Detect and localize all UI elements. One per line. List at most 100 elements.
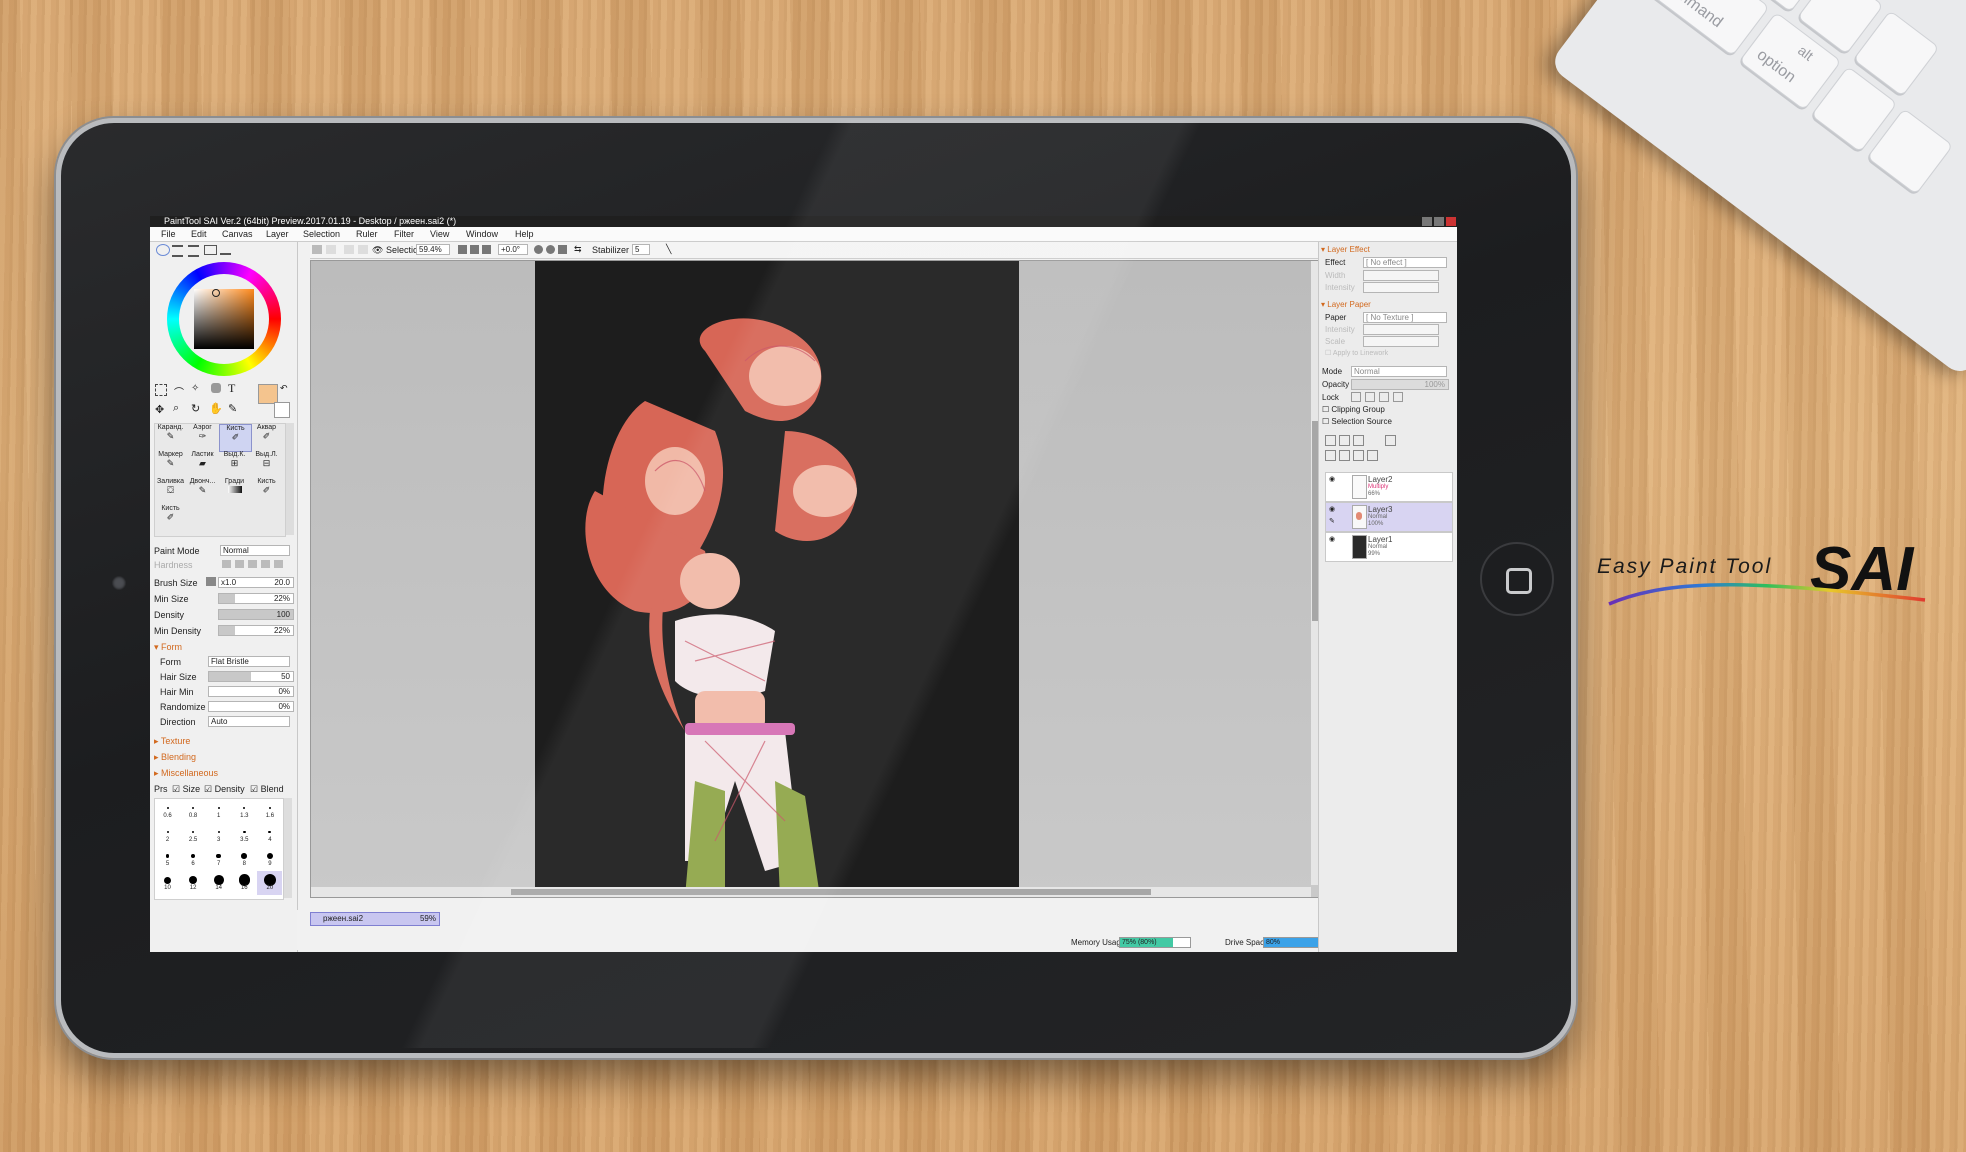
zoom-icon[interactable]: ⌕ bbox=[173, 402, 179, 415]
new-linework-layer-icon[interactable] bbox=[1339, 435, 1350, 446]
minimize-button[interactable] bbox=[1422, 217, 1432, 226]
brush-binary[interactable]: Двонч... ✎ bbox=[187, 478, 218, 504]
size-grid-scrollbar[interactable] bbox=[284, 798, 292, 898]
select-pen-icon[interactable] bbox=[211, 383, 221, 393]
brush-airbrush[interactable]: Аэрог ✑ bbox=[187, 424, 218, 450]
close-button[interactable] bbox=[1446, 217, 1456, 226]
delete-layer-icon[interactable] bbox=[1367, 450, 1378, 461]
brush-size-preset[interactable]: 10 bbox=[155, 871, 180, 895]
canvas-horizontal-scrollbar[interactable] bbox=[311, 887, 1311, 897]
brush-size-preset[interactable]: 9 bbox=[257, 847, 282, 871]
scratchpad-tab-icon[interactable] bbox=[220, 245, 231, 255]
paint-mode-select[interactable]: Normal bbox=[220, 545, 290, 556]
secondary-color-swatch[interactable] bbox=[274, 402, 290, 418]
lock-all-icon[interactable] bbox=[1393, 392, 1403, 402]
effect-width-field[interactable] bbox=[1363, 270, 1439, 281]
hsv-slider-tab-icon[interactable] bbox=[188, 245, 199, 257]
lock-move-icon[interactable] bbox=[1379, 392, 1389, 402]
new-folder-icon[interactable] bbox=[1353, 435, 1364, 446]
brush-pencil[interactable]: Каранд. ✎ bbox=[155, 424, 186, 450]
swatch-tab-icon[interactable] bbox=[204, 245, 217, 255]
eye-icon[interactable]: ◉ bbox=[1329, 505, 1335, 513]
effect-intensity-field[interactable] bbox=[1363, 282, 1439, 293]
layer-row-selected[interactable]: ◉ ✎ Layer3 Normal 100% bbox=[1325, 502, 1453, 532]
brush-size-preset[interactable]: 1.3 bbox=[232, 799, 257, 823]
apply-to-linework-checkbox[interactable]: ☐ Apply to Linework bbox=[1325, 349, 1388, 357]
primary-color-swatch[interactable] bbox=[258, 384, 278, 404]
layer-effect-section-header[interactable]: ▾ Layer Effect bbox=[1321, 245, 1370, 254]
swap-colors-icon[interactable]: ↶ bbox=[280, 383, 288, 394]
color-wheel-tab-icon[interactable] bbox=[156, 244, 170, 256]
layer-row[interactable]: ◉ Layer2 Multiply 66% bbox=[1325, 472, 1453, 502]
maximize-button[interactable] bbox=[1434, 217, 1444, 226]
text-tool-icon[interactable]: T bbox=[228, 381, 235, 396]
artwork-canvas[interactable] bbox=[535, 261, 1019, 897]
eye-icon[interactable]: ◉ bbox=[1329, 535, 1335, 543]
move-icon[interactable]: ✥ bbox=[155, 403, 164, 416]
brush-fill[interactable]: Заливка ⛋ bbox=[155, 478, 186, 504]
misc-section-header[interactable]: ▸ Miscellaneous bbox=[154, 768, 218, 779]
brush-size-preset[interactable]: 1 bbox=[206, 799, 231, 823]
stabilizer-select[interactable]: 5 bbox=[632, 244, 650, 255]
brush-brush-selected[interactable]: Кисть ✐ bbox=[219, 424, 252, 452]
selection-source-checkbox[interactable]: ☐ Selection Source bbox=[1322, 417, 1392, 426]
layer-settings-icon[interactable] bbox=[1385, 435, 1396, 446]
blending-section-header[interactable]: ▸ Blending bbox=[154, 752, 196, 763]
rotate-left-button[interactable] bbox=[534, 245, 543, 254]
texture-section-header[interactable]: ▸ Texture bbox=[154, 736, 190, 747]
blend-mode-select[interactable]: Normal bbox=[1351, 366, 1447, 377]
prs-density-checkbox[interactable]: ☑ Density bbox=[204, 784, 245, 795]
direction-select[interactable]: Auto bbox=[208, 716, 290, 727]
paper-scale-field[interactable] bbox=[1363, 336, 1439, 347]
brush-size-preset[interactable]: 6 bbox=[181, 847, 206, 871]
layer-row[interactable]: ◉ Layer1 Normal 99% bbox=[1325, 532, 1453, 562]
hardness-selector[interactable] bbox=[222, 560, 286, 568]
zoom-field[interactable]: 59.4% bbox=[416, 244, 450, 255]
brush-size-preset[interactable]: 5 bbox=[155, 847, 180, 871]
magic-wand-icon[interactable]: ✧ bbox=[191, 383, 199, 394]
prs-size-checkbox[interactable]: ☑ Size bbox=[172, 784, 200, 795]
brush-size-preset[interactable]: 2 bbox=[155, 823, 180, 847]
brush-watercolor[interactable]: Аквар ✐ bbox=[251, 424, 282, 450]
lock-transparency-icon[interactable] bbox=[1351, 392, 1361, 402]
brush-select[interactable]: Выд.К. ⊞ bbox=[219, 451, 250, 477]
rotate-reset-button[interactable] bbox=[558, 245, 567, 254]
document-tab[interactable]: ржеен.sai2 59% bbox=[310, 912, 440, 926]
brush-size-preset[interactable]: 8 bbox=[232, 847, 257, 871]
hair-min-slider[interactable]: 0% bbox=[208, 686, 294, 697]
home-button[interactable] bbox=[1480, 542, 1554, 616]
paper-select[interactable]: [ No Texture ] bbox=[1363, 312, 1447, 323]
menu-view[interactable]: View bbox=[430, 229, 449, 239]
menu-edit[interactable]: Edit bbox=[191, 229, 207, 239]
rotate-right-button[interactable] bbox=[546, 245, 555, 254]
brush-brush-3[interactable]: Кисть ✐ bbox=[155, 505, 186, 531]
clear-layer-icon[interactable] bbox=[1353, 450, 1364, 461]
redo-button[interactable] bbox=[326, 245, 336, 254]
brush-size-preset[interactable]: 12 bbox=[181, 871, 206, 895]
saturation-value-square[interactable] bbox=[194, 289, 254, 349]
prs-blend-checkbox[interactable]: ☑ Blend bbox=[250, 784, 284, 795]
lock-paint-icon[interactable] bbox=[1365, 392, 1375, 402]
brush-size-preset[interactable]: 3 bbox=[206, 823, 231, 847]
line-tool-icon[interactable]: ╲ bbox=[666, 244, 671, 255]
clipping-group-checkbox[interactable]: ☐ Clipping Group bbox=[1322, 405, 1385, 414]
lasso-icon[interactable]: ⌒ bbox=[174, 384, 184, 399]
menu-selection[interactable]: Selection bbox=[303, 229, 340, 239]
rotation-field[interactable]: +0.0° bbox=[498, 244, 528, 255]
color-picker-handle[interactable] bbox=[212, 289, 220, 297]
hair-size-slider[interactable]: 50 bbox=[208, 671, 294, 682]
brush-size-down-button[interactable] bbox=[206, 577, 216, 586]
rgb-slider-tab-icon[interactable] bbox=[172, 245, 183, 257]
menu-canvas[interactable]: Canvas bbox=[222, 229, 253, 239]
invert-selection-button[interactable] bbox=[358, 245, 368, 254]
brush-size-preset[interactable]: 1.6 bbox=[257, 799, 282, 823]
brush-size-preset[interactable]: 4 bbox=[257, 823, 282, 847]
eye-icon[interactable]: ◉ bbox=[1329, 475, 1335, 483]
brush-grid-scrollbar[interactable] bbox=[286, 423, 294, 535]
new-layer-icon[interactable] bbox=[1325, 435, 1336, 446]
rect-select-icon[interactable] bbox=[155, 384, 167, 396]
density-slider[interactable]: 100 bbox=[218, 609, 294, 620]
min-density-slider[interactable]: 22% bbox=[218, 625, 294, 636]
brush-size-preset[interactable]: 7 bbox=[206, 847, 231, 871]
flip-horizontal-icon[interactable]: ⇆ bbox=[574, 244, 582, 255]
